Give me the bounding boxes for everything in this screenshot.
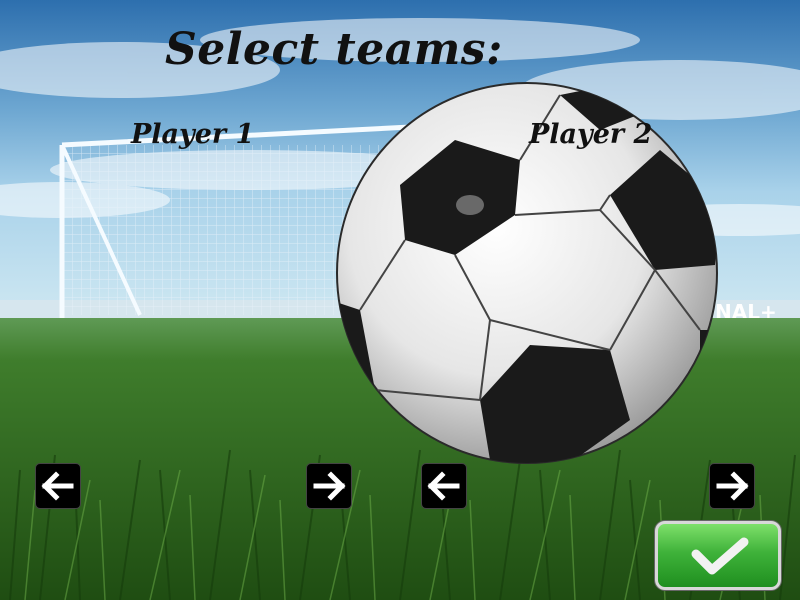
right-arrow-icon (313, 471, 346, 501)
player1-prev-team-button[interactable] (35, 463, 81, 509)
player2-prev-team-button[interactable] (421, 463, 467, 509)
checkmark-icon (691, 537, 749, 575)
player1-label: Player 1 (131, 119, 255, 150)
player2-label: Player 2 (529, 119, 653, 150)
stadium-background: NAL+ (0, 0, 800, 600)
left-arrow-icon (41, 471, 74, 501)
player1-next-team-button[interactable] (306, 463, 352, 509)
screen-title: Select teams: (165, 24, 503, 75)
left-arrow-icon (427, 471, 460, 501)
right-arrow-icon (716, 471, 749, 501)
player2-next-team-button[interactable] (709, 463, 755, 509)
confirm-button[interactable] (655, 521, 781, 590)
